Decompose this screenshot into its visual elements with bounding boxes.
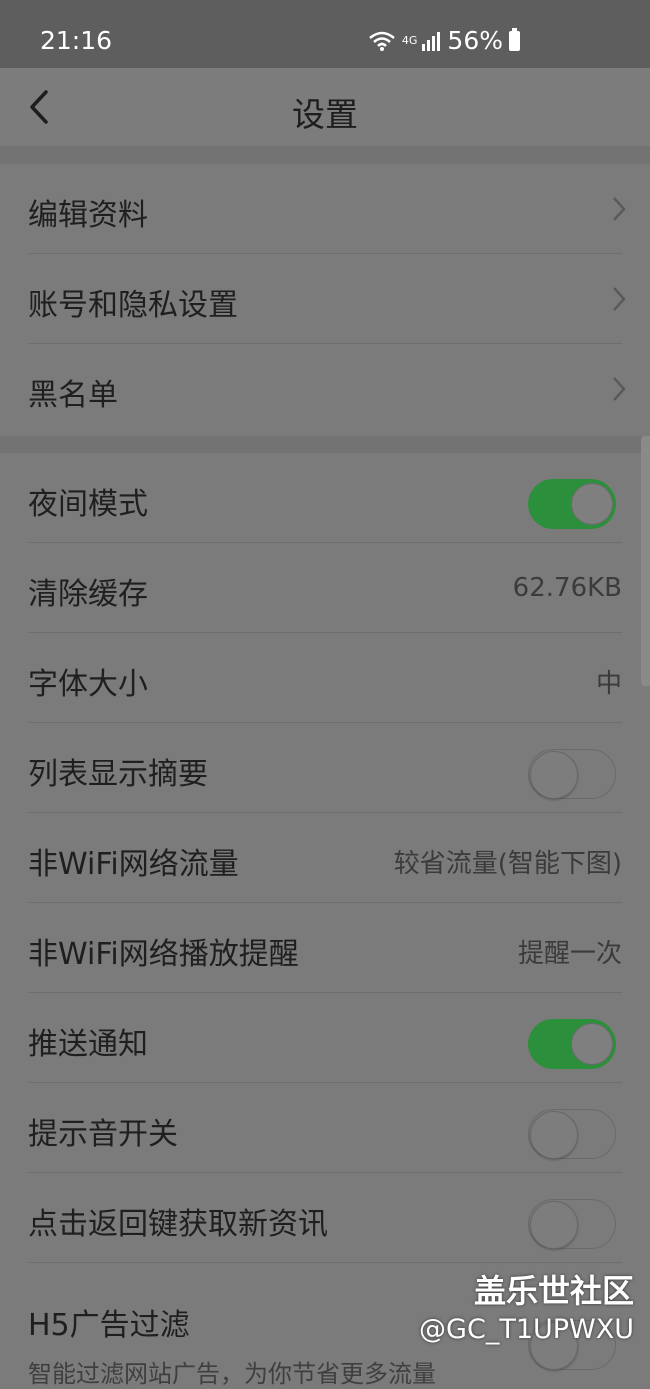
signal-icon [422,31,441,51]
status-icons: 4G 56% [368,26,520,55]
row-label: 夜间模式 [28,487,148,522]
sound-toggle[interactable] [528,1109,616,1159]
row-sublabel: 智能过滤网站广告，为你节省更多流量 [28,1360,436,1388]
settings-item-list-summary[interactable]: 列表显示摘要 [0,723,650,813]
row-label: 列表显示摘要 [28,757,208,792]
settings-item-push-notification[interactable]: 推送通知 [0,993,650,1083]
settings-item-back-refresh[interactable]: 点击返回键获取新资讯 [0,1173,650,1263]
chevron-right-icon [613,287,626,311]
settings-item-edit-profile[interactable]: 编辑资料 [0,164,650,254]
settings-item-clear-cache[interactable]: 清除缓存 62.76KB [0,543,650,633]
toggle-knob [530,751,578,799]
network-type: 4G [401,34,418,47]
traffic-mode-value: 较省流量(智能下图) [393,849,622,879]
page-title: 设置 [292,95,358,134]
battery-percent: 56% [447,26,503,55]
status-time: 21:16 [40,26,113,55]
toggle-knob [571,1023,613,1065]
section-divider [0,436,650,453]
settings-item-blacklist[interactable]: 黑名单 [0,344,650,434]
row-label: 推送通知 [28,1027,148,1062]
row-label: 黑名单 [28,378,118,413]
playback-reminder-value: 提醒一次 [517,939,622,969]
toggle-knob [530,1201,578,1249]
status-bar: 21:16 4G 56% [0,0,650,68]
chevron-right-icon [613,197,626,221]
wifi-icon [369,31,395,51]
nav-bar: 设置 [0,68,650,147]
row-label: 非WiFi网络播放提醒 [28,937,299,972]
list-summary-toggle[interactable] [528,749,616,799]
cache-size-value: 62.76KB [512,573,622,603]
night-mode-toggle[interactable] [528,479,616,529]
settings-item-non-wifi-playback[interactable]: 非WiFi网络播放提醒 提醒一次 [0,903,650,993]
font-size-value: 中 [595,669,622,699]
settings-item-font-size[interactable]: 字体大小 中 [0,633,650,723]
row-label: 点击返回键获取新资讯 [28,1207,328,1242]
watermark-handle: @GC_T1UPWXU [419,1314,634,1345]
row-label: 账号和隐私设置 [28,288,238,323]
settings-item-non-wifi-traffic[interactable]: 非WiFi网络流量 较省流量(智能下图) [0,813,650,903]
toggle-knob [530,1111,578,1159]
settings-item-night-mode[interactable]: 夜间模式 [0,453,650,543]
row-label: 编辑资料 [28,198,148,233]
row-divider [28,1262,622,1263]
settings-item-account-privacy[interactable]: 账号和隐私设置 [0,254,650,344]
toggle-knob [571,483,613,525]
row-label: H5广告过滤 [28,1308,190,1343]
section-divider [0,147,650,164]
row-label: 非WiFi网络流量 [28,847,239,882]
back-refresh-toggle[interactable] [528,1199,616,1249]
watermark-title: 盖乐世社区 [473,1272,634,1310]
chevron-right-icon [613,377,626,401]
row-label: 字体大小 [28,667,148,702]
row-label: 提示音开关 [28,1117,178,1152]
settings-item-sound[interactable]: 提示音开关 [0,1083,650,1173]
row-label: 清除缓存 [28,577,148,612]
push-notification-toggle[interactable] [528,1019,616,1069]
battery-icon [509,27,520,51]
